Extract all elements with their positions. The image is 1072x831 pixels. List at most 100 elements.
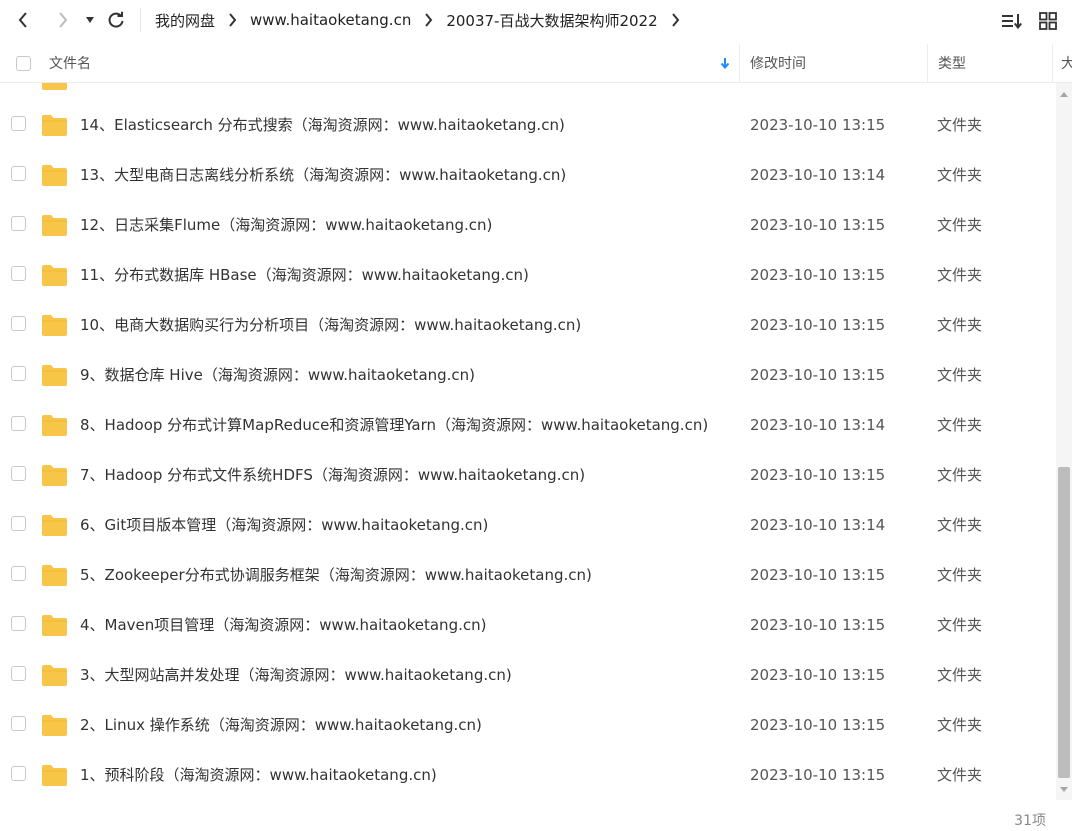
row-checkbox[interactable]	[11, 166, 26, 181]
file-type: 文件夹	[937, 466, 983, 484]
file-row[interactable]: 1、预科阶段（海淘资源网：www.haitaoketang.cn) 2023-10…	[0, 750, 1056, 800]
file-name[interactable]: 12、日志采集Flume（海淘资源网：www.haitaoketang.cn)	[80, 200, 492, 250]
file-name[interactable]: 14、Elasticsearch 分布式搜索（海淘资源网：www.haitaok…	[80, 100, 565, 150]
file-name[interactable]: 9、数据仓库 Hive（海淘资源网：www.haitaoketang.cn)	[80, 350, 475, 400]
row-checkbox[interactable]	[11, 116, 26, 131]
folder-icon	[42, 615, 67, 636]
back-button[interactable]	[12, 8, 34, 32]
row-checkbox[interactable]	[11, 566, 26, 581]
breadcrumb: 我的网盘 www.haitaoketang.cn 20037-百战大数据架构师2…	[155, 0, 693, 40]
row-checkbox[interactable]	[11, 466, 26, 481]
file-name[interactable]: 6、Git项目版本管理（海淘资源网：www.haitaoketang.cn)	[80, 500, 488, 550]
chevron-right-icon[interactable]	[671, 13, 680, 27]
row-checkbox[interactable]	[11, 666, 26, 681]
file-modified-time: 2023-10-10 13:15	[750, 616, 886, 634]
row-checkbox[interactable]	[11, 316, 26, 331]
file-modified-time: 2023-10-10 13:15	[750, 366, 886, 384]
breadcrumb-item[interactable]: 我的网盘	[155, 10, 215, 31]
row-checkbox[interactable]	[11, 616, 26, 631]
file-row[interactable]: 10、电商大数据购买行为分析项目（海淘资源网：www.haitaoketang.…	[0, 300, 1056, 350]
grid-view-icon	[1039, 12, 1057, 30]
file-modified-time: 2023-10-10 13:15	[750, 466, 886, 484]
folder-icon	[42, 365, 67, 386]
file-name[interactable]: 1、预科阶段（海淘资源网：www.haitaoketang.cn)	[80, 750, 437, 800]
file-row[interactable]: 11、分布式数据库 HBase（海淘资源网：www.haitaoketang.c…	[0, 250, 1056, 300]
file-type: 文件夹	[937, 516, 983, 534]
folder-icon	[42, 665, 67, 686]
row-checkbox[interactable]	[11, 766, 26, 781]
folder-icon	[42, 315, 67, 336]
folder-icon	[42, 165, 67, 186]
grid-view-button[interactable]	[1038, 8, 1058, 34]
history-dropdown-button[interactable]	[82, 8, 98, 32]
select-all-cell	[16, 44, 31, 82]
folder-icon	[42, 265, 67, 286]
column-name-header[interactable]: 文件名	[49, 44, 91, 82]
column-divider[interactable]	[927, 44, 928, 82]
row-checkbox[interactable]	[11, 716, 26, 731]
file-row[interactable]: 2、Linux 操作系统（海淘资源网：www.haitaoketang.cn) 2…	[0, 700, 1056, 750]
file-type: 文件夹	[937, 666, 983, 684]
caret-down-icon	[86, 17, 94, 23]
file-type: 文件夹	[937, 116, 983, 134]
sort-desc-icon[interactable]	[720, 44, 730, 82]
file-modified-time: 2023-10-10 13:14	[750, 166, 886, 184]
row-checkbox[interactable]	[11, 416, 26, 431]
file-modified-time: 2023-10-10 13:15	[750, 666, 886, 684]
file-modified-time: 2023-10-10 13:15	[750, 566, 886, 584]
file-row[interactable]: 5、Zookeeper分布式协调服务框架（海淘资源网：www.haitaoket…	[0, 550, 1056, 600]
file-type: 文件夹	[937, 266, 983, 284]
folder-icon	[42, 515, 67, 536]
file-name[interactable]: 11、分布式数据库 HBase（海淘资源网：www.haitaoketang.c…	[80, 250, 529, 300]
file-row[interactable]: 13、大型电商日志离线分析系统（海淘资源网：www.haitaoketang.c…	[0, 150, 1056, 200]
file-name[interactable]: 8、Hadoop 分布式计算MapReduce和资源管理Yarn（海淘资源网：w…	[80, 400, 708, 450]
file-row[interactable]: 8、Hadoop 分布式计算MapReduce和资源管理Yarn（海淘资源网：w…	[0, 400, 1056, 450]
row-checkbox[interactable]	[11, 366, 26, 381]
scroll-down-icon[interactable]	[1056, 782, 1072, 796]
vertical-scrollbar[interactable]	[1056, 83, 1072, 800]
file-type: 文件夹	[937, 416, 983, 434]
toolbar-divider	[140, 8, 141, 32]
column-divider[interactable]	[1052, 44, 1053, 82]
file-row[interactable]: 3、大型网站高并发处理（海淘资源网：www.haitaoketang.cn) 20…	[0, 650, 1056, 700]
file-name[interactable]: 10、电商大数据购买行为分析项目（海淘资源网：www.haitaoketang.…	[80, 300, 581, 350]
column-size-header[interactable]: 大	[1061, 44, 1072, 82]
forward-button[interactable]	[52, 8, 74, 32]
file-row[interactable]: 7、Hadoop 分布式文件系统HDFS（海淘资源网：www.haitaoket…	[0, 450, 1056, 500]
folder-icon	[42, 215, 67, 236]
file-row[interactable]: 4、Maven项目管理（海淘资源网：www.haitaoketang.cn) 20…	[0, 600, 1056, 650]
refresh-button[interactable]	[105, 8, 127, 32]
row-checkbox[interactable]	[11, 216, 26, 231]
column-header: 文件名 修改时间 类型 大	[0, 44, 1072, 83]
file-row[interactable]: 6、Git项目版本管理（海淘资源网：www.haitaoketang.cn) 20…	[0, 500, 1056, 550]
file-name[interactable]: 5、Zookeeper分布式协调服务框架（海淘资源网：www.haitaoket…	[80, 550, 592, 600]
breadcrumb-item[interactable]: 20037-百战大数据架构师2022	[446, 10, 657, 31]
row-checkbox[interactable]	[11, 266, 26, 281]
file-row[interactable]: 9、数据仓库 Hive（海淘资源网：www.haitaoketang.cn) 20…	[0, 350, 1056, 400]
file-type: 文件夹	[937, 366, 983, 384]
file-name[interactable]: 2、Linux 操作系统（海淘资源网：www.haitaoketang.cn)	[80, 700, 482, 750]
file-row[interactable]: 12、日志采集Flume（海淘资源网：www.haitaoketang.cn) 2…	[0, 200, 1056, 250]
file-type: 文件夹	[937, 566, 983, 584]
file-type: 文件夹	[937, 766, 983, 784]
folder-icon	[42, 83, 67, 90]
scroll-up-icon[interactable]	[1056, 87, 1072, 101]
column-divider[interactable]	[739, 44, 740, 82]
file-row[interactable]: 14、Elasticsearch 分布式搜索（海淘资源网：www.haitaok…	[0, 100, 1056, 150]
file-name[interactable]: 13、大型电商日志离线分析系统（海淘资源网：www.haitaoketang.c…	[80, 150, 566, 200]
refresh-icon	[108, 11, 124, 28]
file-modified-time: 2023-10-10 13:14	[750, 416, 886, 434]
breadcrumb-item[interactable]: www.haitaoketang.cn	[250, 11, 411, 29]
column-type-header[interactable]: 类型	[938, 44, 966, 82]
select-all-checkbox[interactable]	[16, 55, 31, 71]
file-modified-time: 2023-10-10 13:15	[750, 316, 886, 334]
scrollbar-thumb[interactable]	[1058, 467, 1070, 778]
row-checkbox[interactable]	[11, 516, 26, 531]
sort-list-icon	[1002, 14, 1022, 30]
file-modified-time: 2023-10-10 13:15	[750, 766, 886, 784]
file-name[interactable]: 3、大型网站高并发处理（海淘资源网：www.haitaoketang.cn)	[80, 650, 512, 700]
column-modified-header[interactable]: 修改时间	[750, 44, 806, 82]
file-name[interactable]: 7、Hadoop 分布式文件系统HDFS（海淘资源网：www.haitaoket…	[80, 450, 585, 500]
sort-button[interactable]	[1001, 8, 1023, 34]
file-name[interactable]: 4、Maven项目管理（海淘资源网：www.haitaoketang.cn)	[80, 600, 486, 650]
